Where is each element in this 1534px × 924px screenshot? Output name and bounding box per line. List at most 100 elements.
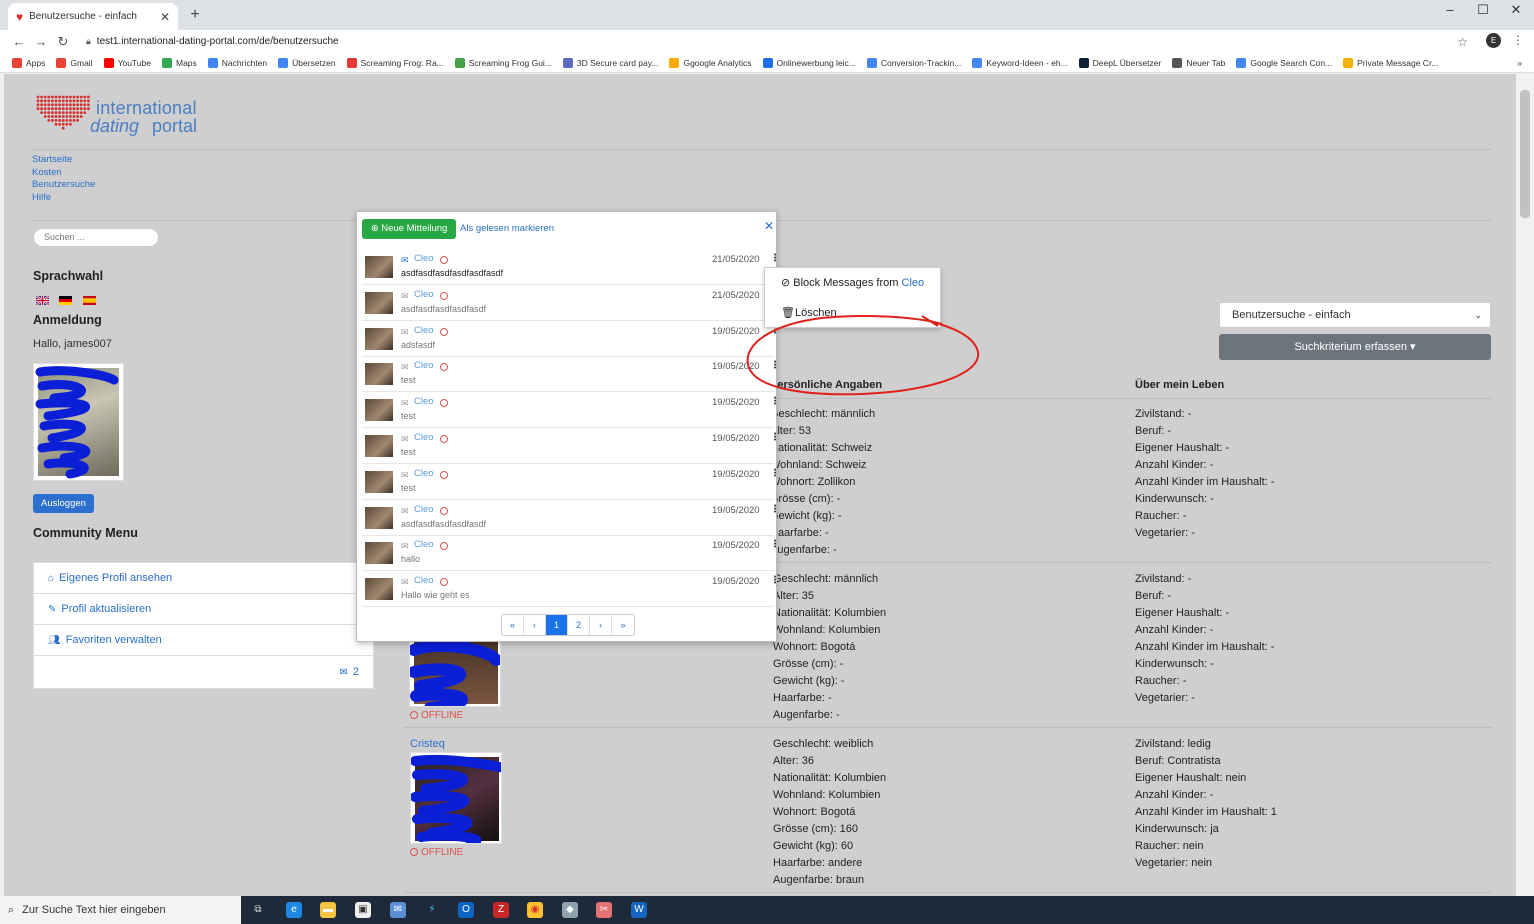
- own-profile-photo[interactable]: [33, 363, 124, 481]
- new-tab-icon[interactable]: +: [186, 6, 204, 24]
- site-logo[interactable]: international dating portal: [34, 92, 214, 142]
- bookmark-item[interactable]: DeepL Übersetzer: [1078, 57, 1161, 68]
- message-row[interactable]: ✉ Cleo test 19/05/2020 ⋮: [362, 393, 780, 429]
- sender-name-link[interactable]: Cleo: [414, 575, 434, 586]
- vscode-icon[interactable]: ⚡︎: [424, 902, 440, 918]
- filezilla-icon[interactable]: Z: [493, 902, 509, 918]
- snip-icon[interactable]: ✂: [596, 902, 612, 918]
- address-bar[interactable]: 🔒︎ test1.international-dating-portal.com…: [86, 32, 1476, 51]
- user-3-photo[interactable]: [410, 752, 502, 844]
- edge-icon[interactable]: e: [286, 902, 302, 918]
- uk-flag-icon[interactable]: [36, 296, 49, 306]
- back-icon[interactable]: ←: [8, 34, 30, 49]
- logout-button[interactable]: Ausloggen: [33, 494, 94, 513]
- bookmark-item[interactable]: Screaming Frog Gui...: [454, 57, 552, 68]
- sender-name-link[interactable]: Cleo: [414, 360, 434, 371]
- sender-name-link[interactable]: Cleo: [414, 325, 434, 336]
- bookmark-item[interactable]: Maps: [161, 57, 197, 68]
- sender-name-link[interactable]: Cleo: [414, 504, 434, 515]
- bookmark-item[interactable]: Onlinewerbung leic...: [762, 57, 856, 68]
- page-link[interactable]: «: [502, 615, 524, 635]
- community-item-own-profile[interactable]: ⌂ Eigenes Profil ansehen: [34, 563, 373, 594]
- sender-name-link[interactable]: Cleo: [414, 432, 434, 443]
- taskbar-search-input[interactable]: ⌕ Zur Suche Text hier eingeben: [0, 896, 241, 924]
- browser-tab[interactable]: ♥ Benutzersuche - einfach ✕: [8, 3, 178, 30]
- minimize-icon[interactable]: –: [1440, 2, 1460, 17]
- nav-benutzersuche[interactable]: Benutzersuche: [32, 179, 95, 192]
- mark-read-link[interactable]: Als gelesen markieren: [460, 223, 554, 234]
- task-view-icon[interactable]: ⧉: [250, 902, 266, 918]
- sender-name-link[interactable]: Cleo: [414, 253, 434, 264]
- german-flag-icon[interactable]: [59, 296, 73, 306]
- message-options-icon[interactable]: ⋮: [770, 539, 780, 550]
- message-options-icon[interactable]: ⋮: [770, 575, 780, 586]
- sender-name-link[interactable]: Cleo: [414, 289, 434, 300]
- more-bookmarks-icon[interactable]: »: [1517, 58, 1522, 68]
- message-options-icon[interactable]: ⋮: [770, 253, 780, 264]
- search-criteria-button[interactable]: Suchkriterium erfassen ▾: [1219, 334, 1491, 360]
- reload-icon[interactable]: ↻: [52, 34, 74, 50]
- bookmark-item[interactable]: Private Message Cr...: [1343, 57, 1438, 68]
- mail-icon[interactable]: ✉: [390, 902, 406, 918]
- message-row[interactable]: ✉ Cleo Hallo wie geht es 19/05/2020 ⋮: [362, 572, 780, 608]
- nav-kosten[interactable]: Kosten: [32, 167, 95, 180]
- sender-name-link[interactable]: Cleo: [414, 396, 434, 407]
- bookmark-item[interactable]: Google Search Con...: [1236, 57, 1332, 68]
- tab-close-icon[interactable]: ✕: [160, 10, 170, 24]
- chrome-icon[interactable]: ◉: [527, 902, 543, 918]
- user-3-name-link[interactable]: Cristeq: [410, 738, 445, 750]
- sender-name-link[interactable]: Cleo: [414, 539, 434, 550]
- bookmark-item[interactable]: Screaming Frog: Ra...: [346, 57, 444, 68]
- page-link[interactable]: ‹: [524, 615, 546, 635]
- sender-name-link[interactable]: Cleo: [414, 468, 434, 479]
- bookmark-item[interactable]: Übersetzen: [278, 57, 336, 68]
- scrollbar-thumb[interactable]: [1520, 90, 1530, 218]
- popup-close-icon[interactable]: ✕: [764, 219, 774, 233]
- bookmark-item[interactable]: Neuer Tab: [1172, 57, 1225, 68]
- bookmark-star-icon[interactable]: ☆: [1457, 35, 1468, 49]
- app-icon[interactable]: ◆: [562, 902, 578, 918]
- community-item-update-profile[interactable]: ✎ Profil aktualisieren: [34, 594, 373, 625]
- message-row[interactable]: ✉Cleoasdfasdfasdfasdfasdf21/05/2020⋮: [362, 286, 780, 321]
- page-link[interactable]: ›: [590, 615, 612, 635]
- message-row[interactable]: ✉ Cleo asdfasdfasdfasdfasdfasdf 21/05/2020 ⋮: [362, 250, 780, 285]
- bookmark-item[interactable]: 3D Secure card pay...: [562, 57, 658, 68]
- bookmark-item[interactable]: Conversion-Trackin...: [866, 57, 961, 68]
- messages-toggle[interactable]: ✉ 2: [34, 656, 373, 688]
- browser-menu-icon[interactable]: ⋮: [1512, 33, 1524, 47]
- message-row[interactable]: ✉ Cleo test 19/05/2020 ⋮: [362, 465, 780, 500]
- nav-startseite[interactable]: Startseite: [32, 154, 95, 167]
- profile-avatar[interactable]: E: [1486, 33, 1501, 48]
- search-type-select[interactable]: Benutzersuche - einfach ⌄: [1219, 302, 1491, 328]
- store-icon[interactable]: ▣: [355, 902, 371, 918]
- message-options-icon[interactable]: ⋮: [770, 504, 780, 515]
- message-row[interactable]: ✉ Cleo test 19/05/2020 ⋮: [362, 429, 780, 464]
- bookmark-item[interactable]: Apps: [12, 57, 45, 68]
- bookmark-item[interactable]: Keyword-Ideen - eh...: [972, 57, 1068, 68]
- new-message-button[interactable]: ⊕ Neue Mitteilung: [362, 219, 456, 239]
- message-row[interactable]: ✉ Cleo adsfasdf 19/05/2020 ⋮: [362, 322, 780, 357]
- bookmark-item[interactable]: Gmail: [56, 57, 93, 68]
- page-link[interactable]: »: [612, 615, 634, 635]
- message-row[interactable]: ✉ Cleo asdfasdfasdfasdfasdf 19/05/2020 ⋮: [362, 501, 780, 536]
- window-close-icon[interactable]: ✕: [1506, 2, 1526, 18]
- message-row[interactable]: ✉ Cleo test 19/05/2020 ⋮: [362, 357, 780, 393]
- page-link[interactable]: 1: [546, 615, 568, 635]
- message-options-icon[interactable]: ⋮: [770, 468, 780, 479]
- outlook-icon[interactable]: O: [458, 902, 474, 918]
- message-row[interactable]: ✉ Cleo hallo 19/05/2020 ⋮: [362, 536, 780, 572]
- bookmark-item[interactable]: Nachrichten: [207, 57, 267, 68]
- spanish-flag-icon[interactable]: [82, 296, 96, 306]
- word-icon[interactable]: W: [631, 902, 647, 918]
- bookmark-item[interactable]: YouTube: [103, 57, 151, 68]
- file-explorer-icon[interactable]: ▬: [320, 902, 336, 918]
- maximize-icon[interactable]: ☐: [1473, 2, 1493, 18]
- community-item-favorites[interactable]: 👥︎ Favoriten verwalten: [34, 625, 373, 656]
- block-messages-item[interactable]: ⊘ Block Messages from Cleo: [781, 276, 924, 289]
- forward-icon[interactable]: →: [30, 34, 52, 49]
- message-options-icon[interactable]: ⋮: [770, 432, 780, 443]
- bookmark-item[interactable]: Ggoogle Analytics: [669, 57, 752, 68]
- page-link[interactable]: 2: [568, 615, 590, 635]
- nav-hilfe[interactable]: Hilfe: [32, 192, 95, 205]
- search-input[interactable]: Suchen ...: [33, 228, 159, 247]
